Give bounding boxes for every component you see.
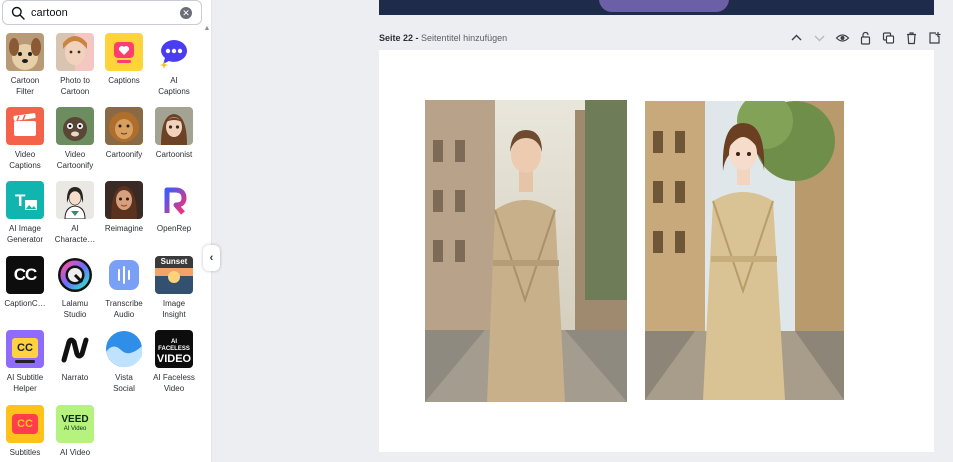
page-title[interactable]: Seite 22 - Seitentitel hinzufügen [379,33,507,43]
app-ai-captions[interactable]: AI Captions [149,33,199,97]
app-ai-image-generator[interactable]: T AI Image Generator [0,181,50,245]
app-ai-character[interactable]: AI Characte… [50,181,100,245]
app-label: AI Characte… [54,224,96,244]
app-label: Photo to Cartoon [60,76,90,96]
app-narrato[interactable]: Narrato [50,330,100,383]
vista-social-wave-icon [105,330,143,368]
cartoon-filter-dog-icon [6,33,44,71]
design-page[interactable] [379,50,934,452]
app-label: Video Cartoonify [56,150,94,170]
app-lalamu-studio[interactable]: Lalamu Studio [50,256,100,320]
duplicate-page-icon[interactable] [881,31,896,45]
app-label: Vista Social [113,373,135,393]
search-input[interactable] [31,6,171,19]
hide-page-eye-icon[interactable] [835,31,850,45]
cc-text: CC [13,265,38,284]
app-openrep[interactable]: OpenRep [149,181,199,234]
app-image-insight[interactable]: Sunset Image Insight [149,256,199,320]
apps-panel: ✕ ▲ Cartoon Filter Photo to Cartoon [0,0,212,462]
app-label: Image Insight [162,299,186,319]
narrato-logo-icon [56,330,94,368]
ai-faceless-text: AI FACELESS [158,339,190,352]
cartoonify-lion-icon [105,107,143,145]
app-subtitles[interactable]: CC Subtitles [0,405,50,458]
svg-text:T: T [15,191,26,210]
cc-text: CC [17,418,33,430]
previous-page-preview[interactable] [379,0,934,15]
ai-captions-chat-icon [155,33,193,71]
veed-text: VEED [61,414,89,425]
clear-search-icon[interactable]: ✕ [180,7,192,19]
cc-text: CC [17,342,33,354]
add-page-icon[interactable] [927,31,942,45]
scroll-up-arrow-icon[interactable]: ▲ [203,25,211,33]
image-insight-sunset-icon: Sunset [155,256,193,294]
app-cartoonify[interactable]: Cartoonify [99,107,149,160]
ai-video-text: AI Video [63,426,87,432]
app-label: Reimagine [104,224,144,233]
app-ai-faceless-video[interactable]: AI FACELESS VIDEO AI Faceless Video [149,330,199,394]
app-label: Narrato [61,373,89,382]
move-page-up-icon[interactable] [789,31,804,45]
app-ai-subtitle-helper[interactable]: CC AI Subtitle Helper [0,330,50,394]
app-label: Video Captions [9,150,41,170]
app-transcribe-audio[interactable]: Transcribe Audio [99,256,149,320]
app-video-cartoonify[interactable]: Video Cartoonify [50,107,100,171]
sunset-text: Sunset [160,257,188,266]
move-page-down-icon[interactable] [812,31,827,45]
app-label: Cartoonify [105,150,143,159]
app-cartoonist[interactable]: Cartoonist [149,107,199,160]
app-label: CaptionC… [4,299,46,308]
cartoon-photo[interactable] [645,101,844,400]
app-captionc[interactable]: CC CaptionC… [0,256,50,309]
app-label: Subtitles [9,448,41,457]
openrep-logo-icon [155,181,193,219]
veed-ai-video-icon: VEED AI Video [56,405,94,443]
video-cartoonify-creature-icon [56,107,94,145]
captionc-cc-icon: CC [6,256,44,294]
ai-subtitle-helper-icon: CC [6,330,44,368]
page-toolbar [789,31,942,45]
captions-heart-icon [105,33,143,71]
app-label: Transcribe Audio [105,299,143,319]
lalamu-ring-icon [56,256,94,294]
photo-to-cartoon-face-icon [56,33,94,71]
app-label: OpenRep [156,224,192,233]
subtitles-cc-icon: CC [6,405,44,443]
video-text: VIDEO [156,353,192,365]
ai-character-portrait-icon [56,181,94,219]
search-icon [11,6,25,20]
app-vista-social[interactable]: Vista Social [99,330,149,394]
collapse-panel-button[interactable]: ‹ [203,245,220,271]
app-label: Cartoonist [155,150,193,159]
transcribe-audio-icon [105,256,143,294]
ai-faceless-video-icon: AI FACELESS VIDEO [155,330,193,368]
previous-page-shape [599,0,729,12]
lock-page-icon[interactable] [858,31,873,45]
search-box[interactable]: ✕ [2,0,202,25]
cartoonist-girl-icon [155,107,193,145]
app-label: Cartoon Filter [10,76,40,96]
delete-page-trash-icon[interactable] [904,31,919,45]
video-captions-clapper-icon [6,107,44,145]
app-label: AI Captions [158,76,190,96]
app-label: Captions [108,76,140,85]
app-label: AI Subtitle Helper [6,373,44,393]
app-photo-to-cartoon[interactable]: Photo to Cartoon [50,33,100,97]
app-captions[interactable]: Captions [99,33,149,86]
app-reimagine[interactable]: Reimagine [99,181,149,234]
page-title-placeholder[interactable]: Seitentitel hinzufügen [421,33,507,43]
app-video-captions[interactable]: Video Captions [0,107,50,171]
ai-image-generator-icon: T [6,181,44,219]
original-photo[interactable] [425,100,627,402]
app-label: AI Faceless Video [153,373,195,393]
app-label: AI Image Generator [6,224,44,244]
app-label: AI Video [59,448,91,457]
app-cartoon-filter[interactable]: Cartoon Filter [0,33,50,97]
reimagine-portrait-icon [105,181,143,219]
app-label: Lalamu Studio [61,299,89,319]
app-ai-video[interactable]: VEED AI Video AI Video [50,405,100,458]
page-number-label: Seite 22 - [379,33,419,43]
